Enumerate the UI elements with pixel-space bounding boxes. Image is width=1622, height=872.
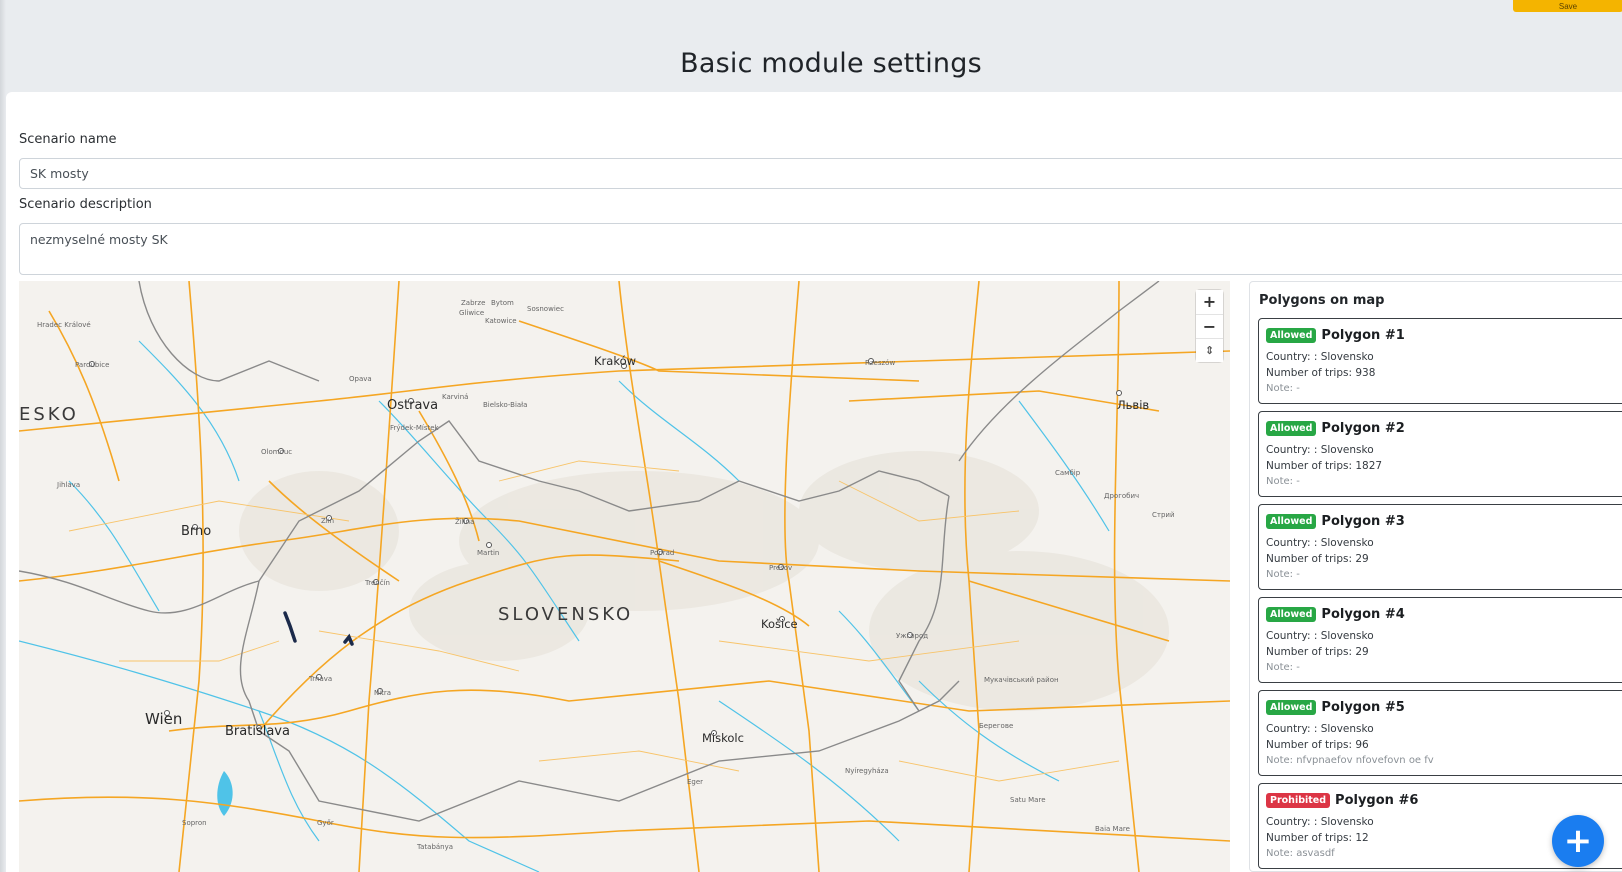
scenario-description-label: Scenario description [19, 197, 152, 212]
map-label-drohobych: Дрогобич [1104, 492, 1140, 500]
polygon-name: Polygon #5 [1321, 700, 1405, 715]
scenario-name-input[interactable] [19, 158, 1622, 189]
map-label-lviv: Львів [1117, 398, 1150, 412]
map-label-uzhorod: Ужгород [896, 632, 929, 640]
polygon-country: Country: : Slovensko [1266, 444, 1374, 456]
add-polygon-button[interactable]: + [1552, 815, 1604, 867]
polygon-country: Country: : Slovensko [1266, 537, 1374, 549]
map-label-mukachevo: Мукачівський район [984, 676, 1059, 684]
polygon-trips: Number of trips: 1827 [1266, 460, 1383, 472]
map-label-brno: Brno [181, 524, 212, 539]
zoom-out-button[interactable]: − [1196, 314, 1223, 338]
status-badge: Allowed [1266, 514, 1317, 529]
polygon-note: Note: - [1266, 569, 1300, 580]
map-label-opava: Opava [349, 375, 372, 383]
polygon-trips: Number of trips: 29 [1266, 646, 1369, 658]
map-label-jihlava: Jihlava [57, 481, 81, 489]
map-label-karvina: Karviná [442, 393, 469, 401]
zoom-in-button[interactable]: + [1196, 290, 1223, 314]
polygon-note: Note: - [1266, 383, 1300, 394]
map-tiles [19, 281, 1230, 872]
polygon-card-1[interactable]: Allowed Polygon #1 Country: : Slovensko N… [1258, 318, 1622, 404]
polygon-name: Polygon #4 [1321, 607, 1405, 622]
page-title: Basic module settings [680, 48, 982, 79]
map-label-gyor: Győr [317, 819, 334, 827]
polygon-note: Note: nfvpnaefov nfovefovn oe fv [1266, 755, 1434, 766]
map-label-kosice: Košice [761, 617, 798, 631]
map-label-berehove: Берегове [979, 722, 1014, 730]
status-badge: Allowed [1266, 700, 1317, 715]
status-badge: Allowed [1266, 328, 1317, 343]
polygons-panel: Polygons on map Allowed Polygon #1 Countr… [1249, 281, 1622, 872]
map-label-bratislava: Bratislava [225, 724, 290, 739]
map-label-zilina: Žilina [455, 518, 475, 526]
polygon-note: Note: asvasdf [1266, 848, 1335, 859]
map-label-country-left: ESKO [19, 404, 79, 425]
map-label-ostrava: Ostrava [387, 398, 439, 413]
map-label-nyiregyhaza: Nyíregyháza [845, 767, 889, 775]
map-zoom-control: + − ⇕ [1196, 290, 1223, 362]
polygon-country: Country: : Slovensko [1266, 630, 1374, 642]
map-label-bytom: Bytom [491, 299, 514, 307]
polygon-card-5[interactable]: Allowed Polygon #5 Country: : Slovensko N… [1258, 690, 1622, 776]
map-label-zlin: Zlín [321, 517, 335, 525]
map-label-poprad: Poprad [650, 549, 675, 557]
polygon-trips: Number of trips: 938 [1266, 367, 1376, 379]
map-canvas[interactable]: SLOVENSKO ESKO Kraków Ostrava Brno Wien … [19, 281, 1230, 872]
map-label-krakow: Kraków [594, 354, 637, 368]
polygon-trips: Number of trips: 12 [1266, 832, 1369, 844]
map-label-presov: Prešov [769, 564, 793, 572]
drawn-polygons[interactable] [283, 611, 354, 646]
polygon-card-4[interactable]: Allowed Polygon #4 Country: : Slovensko N… [1258, 597, 1622, 683]
polygon-name: Polygon #3 [1321, 514, 1405, 529]
polygon-card-3[interactable]: Allowed Polygon #3 Country: : Slovensko N… [1258, 504, 1622, 590]
scenario-description-input[interactable]: nezmyselné mosty SK [19, 223, 1622, 275]
polygon-name: Polygon #1 [1321, 328, 1405, 343]
map-label-sosnowiec: Sosnowiec [527, 305, 564, 313]
map-label-martin: Martin [477, 549, 500, 557]
map-label-baia-mare: Baia Mare [1095, 825, 1130, 833]
top-action-button[interactable]: Save [1513, 0, 1622, 12]
map-label-sopron: Sopron [182, 819, 207, 827]
map-label-stryi: Стрий [1152, 511, 1175, 519]
polygons-panel-title: Polygons on map [1259, 293, 1385, 308]
polygon-note: Note: - [1266, 662, 1300, 673]
map-label-trencin: Trenčín [365, 579, 390, 587]
map-label-gliwice: Gliwice [459, 309, 485, 317]
polygon-card-2[interactable]: Allowed Polygon #2 Country: : Slovensko N… [1258, 411, 1622, 497]
status-badge: Allowed [1266, 421, 1317, 436]
map-label-bielsko: Bielsko-Biała [483, 401, 528, 409]
status-badge: Allowed [1266, 607, 1317, 622]
scenario-name-label: Scenario name [19, 132, 117, 147]
map-label-hradec: Hradec Králové [37, 321, 91, 329]
map-label-frydek: Frýdek-Místek [390, 424, 439, 432]
map-label-rzeszow: Rzeszów [865, 359, 896, 367]
polygon-country: Country: : Slovensko [1266, 816, 1374, 828]
polygon-name: Polygon #2 [1321, 421, 1405, 436]
map-label-zabrze: Zabrze [461, 299, 486, 307]
map-label-tatabanya: Tatabánya [417, 843, 454, 851]
polygon-country: Country: : Slovensko [1266, 351, 1374, 363]
polygon-trips: Number of trips: 29 [1266, 553, 1369, 565]
map-label-katowice: Katowice [485, 317, 517, 325]
map-label-eger: Eger [687, 778, 704, 786]
map-label-wien: Wien [145, 710, 183, 728]
map-label-pardubice: Pardubice [75, 361, 110, 369]
map-label-miskolc: Miskolc [702, 731, 744, 745]
polygon-country: Country: : Slovensko [1266, 723, 1374, 735]
map-label-trnava: Trnava [309, 675, 333, 683]
map-label-nitra: Nitra [374, 689, 392, 697]
polygon-name: Polygon #6 [1335, 793, 1419, 808]
map-label-satu-mare: Satu Mare [1010, 796, 1046, 804]
status-badge: Prohibited [1266, 793, 1331, 808]
map-label-country: SLOVENSKO [498, 604, 634, 625]
polygon-note: Note: - [1266, 476, 1300, 487]
map-label-sambir: Самбір [1055, 469, 1081, 477]
polygon-trips: Number of trips: 96 [1266, 739, 1369, 751]
map-label-olomouc: Olomouc [261, 448, 293, 456]
compass-reset-icon[interactable]: ⇕ [1196, 338, 1223, 362]
lake [217, 771, 233, 816]
